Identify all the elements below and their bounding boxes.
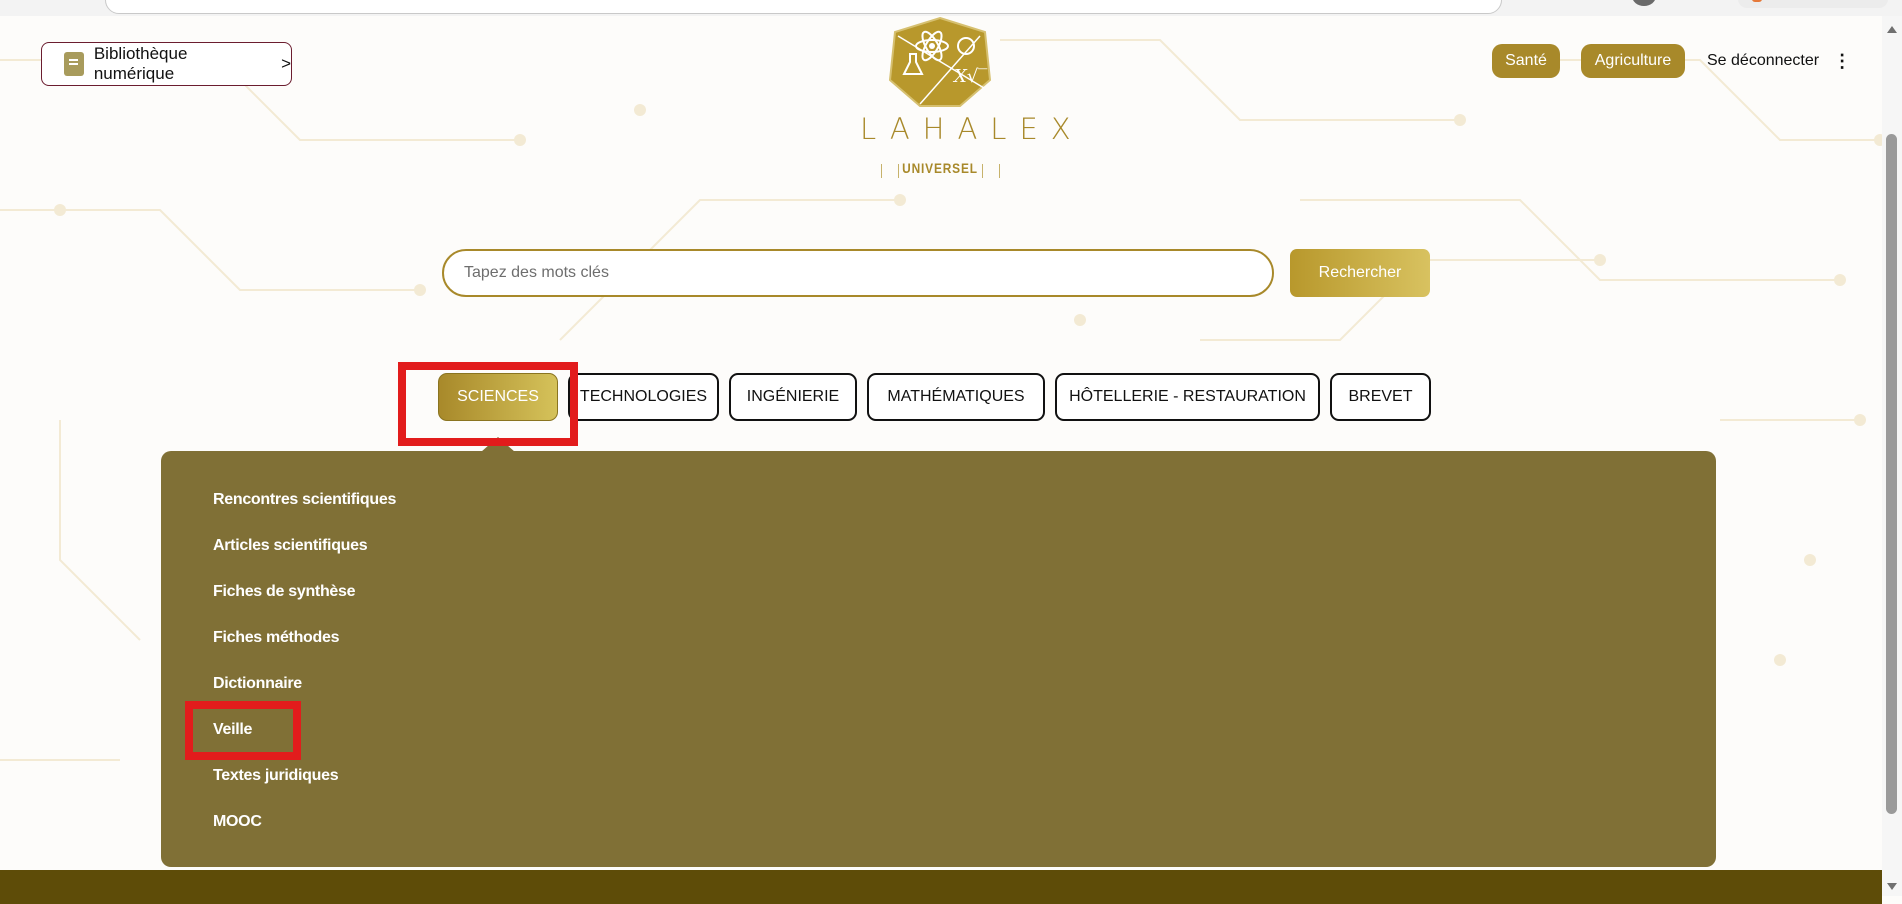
- browser-address-bar[interactable]: [105, 0, 1502, 14]
- science-hexagon-logo-icon: X√‾: [888, 16, 992, 107]
- category-tabs: SCIENCES TECHNOLOGIES INGÉNIERIE MATHÉMA…: [438, 373, 1441, 421]
- browser-profile-icon[interactable]: [1632, 0, 1656, 6]
- menu-item-fiches-de-synthese[interactable]: Fiches de synthèse: [213, 579, 396, 625]
- menu-item-veille[interactable]: Veille: [213, 717, 396, 763]
- menu-item-mooc[interactable]: MOOC: [213, 809, 396, 855]
- more-options-icon[interactable]: ⋮: [1833, 51, 1851, 72]
- tab-ingenierie[interactable]: INGÉNIERIE: [729, 373, 857, 421]
- scroll-down-arrow-icon[interactable]: [1887, 883, 1897, 890]
- menu-item-fiches-methodes[interactable]: Fiches méthodes: [213, 625, 396, 671]
- footer-bar: [0, 870, 1882, 904]
- browser-top-strip: [0, 0, 1902, 16]
- logo-wordmark: LAHALEX: [860, 112, 1084, 146]
- page-scrollbar[interactable]: [1882, 16, 1902, 896]
- digital-library-label: Bibliothèque numérique: [93, 44, 188, 83]
- lahalex-logo[interactable]: X√‾ LAHALEX UNIVERSEL: [860, 16, 1084, 178]
- sciences-dropdown-menu: Rencontres scientifiques Articles scient…: [161, 451, 1716, 867]
- chevron-right-icon: >: [281, 54, 291, 73]
- top-nav: Santé Agriculture Se déconnecter ⋮: [1492, 44, 1851, 78]
- agriculture-button[interactable]: Agriculture: [1581, 44, 1685, 78]
- tab-technologies[interactable]: TECHNOLOGIES: [568, 373, 719, 421]
- digital-library-button[interactable]: Bibliothèque numérique >: [41, 42, 292, 86]
- menu-item-articles-scientifiques[interactable]: Articles scientifiques: [213, 533, 396, 579]
- menu-item-dictionnaire[interactable]: Dictionnaire: [213, 671, 396, 717]
- book-icon: [64, 52, 84, 76]
- search-button[interactable]: Rechercher: [1290, 249, 1430, 297]
- tab-hotellerie-restauration[interactable]: HÔTELLERIE - RESTAURATION: [1055, 373, 1320, 421]
- logo-divider: [982, 164, 983, 178]
- menu-item-rencontres-scientifiques[interactable]: Rencontres scientifiques: [213, 487, 396, 533]
- tab-mathematiques[interactable]: MATHÉMATIQUES: [867, 373, 1045, 421]
- tab-brevet[interactable]: BREVET: [1330, 373, 1431, 421]
- browser-extension-icon[interactable]: [1738, 0, 1888, 8]
- logo-subtitle: UNIVERSEL: [902, 160, 978, 176]
- dropdown-list: Rencontres scientifiques Articles scient…: [213, 487, 396, 855]
- search-input[interactable]: [442, 249, 1274, 297]
- logo-divider: [999, 164, 1000, 178]
- menu-item-textes-juridiques[interactable]: Textes juridiques: [213, 763, 396, 809]
- tab-sciences[interactable]: SCIENCES: [438, 373, 558, 421]
- svg-text:X√‾: X√‾: [952, 66, 987, 87]
- scroll-up-arrow-icon[interactable]: [1887, 26, 1897, 33]
- logout-link[interactable]: Se déconnecter: [1707, 52, 1819, 70]
- scrollbar-thumb[interactable]: [1886, 134, 1897, 814]
- sante-button[interactable]: Santé: [1492, 44, 1560, 78]
- dropdown-caret: [481, 437, 515, 452]
